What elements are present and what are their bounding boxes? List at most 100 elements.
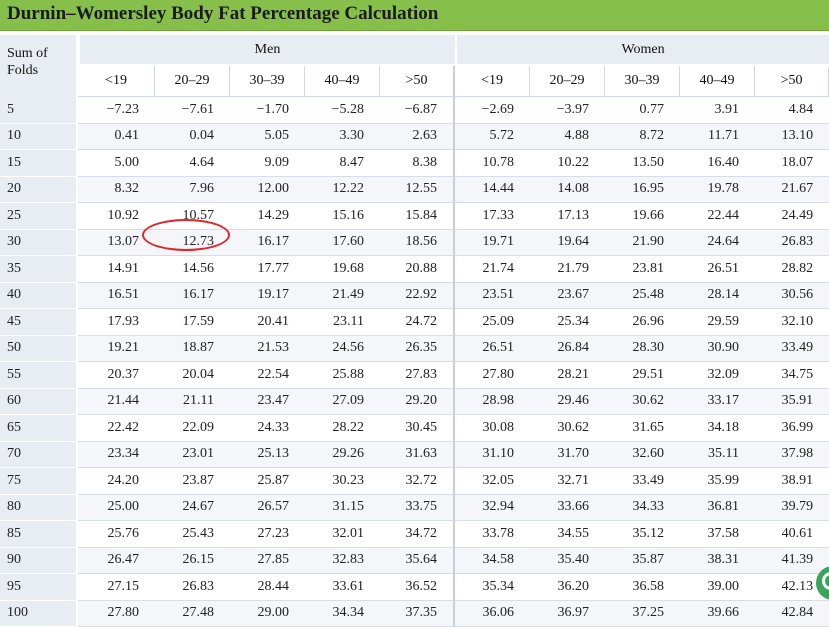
men-value-cell: 23.87 xyxy=(155,468,230,495)
men-value-cell: 27.23 xyxy=(230,521,305,548)
women-value-cell: 36.20 xyxy=(530,574,605,601)
men-value-cell: 31.15 xyxy=(305,495,380,522)
table-row: 3013.0712.7316.1717.6018.5619.7119.6421.… xyxy=(0,230,829,257)
women-value-cell: 10.78 xyxy=(455,150,530,177)
men-value-cell: 8.47 xyxy=(305,150,380,177)
women-value-cell: 26.84 xyxy=(530,336,605,363)
men-value-cell: 14.56 xyxy=(155,256,230,283)
women-value-cell: 34.75 xyxy=(755,362,829,389)
table-row: 8525.7625.4327.2332.0134.7233.7834.5535.… xyxy=(0,521,829,548)
women-value-cell: 28.98 xyxy=(455,389,530,416)
men-value-cell: 16.17 xyxy=(230,230,305,257)
women-value-cell: 28.30 xyxy=(605,336,680,363)
women-value-cell: 23.67 xyxy=(530,283,605,310)
women-value-cell: 34.18 xyxy=(680,415,755,442)
men-value-cell: 20.37 xyxy=(78,362,155,389)
table-row: 5−7.23−7.61−1.70−5.28−6.87−2.69−3.970.77… xyxy=(0,97,829,124)
women-value-cell: 30.56 xyxy=(755,283,829,310)
sum-of-folds-cell: 55 xyxy=(0,362,78,389)
sum-of-folds-line1: Sum of xyxy=(7,45,76,62)
sum-of-folds-header: Sum of Folds xyxy=(0,35,78,97)
table-row: 5520.3720.0422.5425.8827.8327.8028.2129.… xyxy=(0,362,829,389)
men-value-cell: 29.00 xyxy=(230,601,305,627)
men-value-cell: 34.72 xyxy=(380,521,455,548)
circle-badge-glyph xyxy=(822,572,829,590)
women-value-cell: 32.71 xyxy=(530,468,605,495)
women-value-cell: 3.91 xyxy=(680,97,755,124)
men-value-cell: 14.29 xyxy=(230,203,305,230)
men-value-cell: 30.23 xyxy=(305,468,380,495)
women-age-header: >50 xyxy=(755,66,829,97)
women-value-cell: 17.13 xyxy=(530,203,605,230)
women-value-cell: 36.58 xyxy=(605,574,680,601)
women-value-cell: 30.90 xyxy=(680,336,755,363)
women-value-cell: 32.94 xyxy=(455,495,530,522)
women-value-cell: 4.88 xyxy=(530,124,605,151)
table-row: 2510.9210.5714.2915.1615.8417.3317.1319.… xyxy=(0,203,829,230)
women-value-cell: 21.74 xyxy=(455,256,530,283)
sum-of-folds-cell: 80 xyxy=(0,495,78,522)
women-value-cell: 28.21 xyxy=(530,362,605,389)
table-row: 4016.5116.1719.1721.4922.9223.5123.6725.… xyxy=(0,283,829,310)
page-title: Durnin–Womersley Body Fat Percentage Cal… xyxy=(7,3,438,25)
women-value-cell: 36.06 xyxy=(455,601,530,627)
men-value-cell: 4.64 xyxy=(155,150,230,177)
men-value-cell: 17.59 xyxy=(155,309,230,336)
men-value-cell: 33.75 xyxy=(380,495,455,522)
men-value-cell: 27.09 xyxy=(305,389,380,416)
women-value-cell: 34.58 xyxy=(455,548,530,575)
sum-of-folds-cell: 40 xyxy=(0,283,78,310)
table-row: 208.327.9612.0012.2212.5514.4414.0816.95… xyxy=(0,177,829,204)
men-value-cell: 36.52 xyxy=(380,574,455,601)
men-value-cell: 23.47 xyxy=(230,389,305,416)
women-age-header: 40–49 xyxy=(680,66,755,97)
women-value-cell: 29.59 xyxy=(680,309,755,336)
men-value-cell: 17.93 xyxy=(78,309,155,336)
men-value-cell: 17.60 xyxy=(305,230,380,257)
men-value-cell: 35.64 xyxy=(380,548,455,575)
sum-of-folds-cell: 15 xyxy=(0,150,78,177)
women-value-cell: 30.62 xyxy=(605,389,680,416)
men-value-cell: 0.41 xyxy=(78,124,155,151)
women-value-cell: 17.33 xyxy=(455,203,530,230)
men-value-cell: 29.20 xyxy=(380,389,455,416)
sum-of-folds-cell: 20 xyxy=(0,177,78,204)
women-value-cell: 35.34 xyxy=(455,574,530,601)
women-value-cell: 13.10 xyxy=(755,124,829,151)
men-value-cell: 19.21 xyxy=(78,336,155,363)
women-value-cell: 11.71 xyxy=(680,124,755,151)
women-value-cell: 28.14 xyxy=(680,283,755,310)
women-value-cell: 33.17 xyxy=(680,389,755,416)
women-value-cell: 36.81 xyxy=(680,495,755,522)
men-value-cell: −7.61 xyxy=(155,97,230,124)
women-value-cell: 18.07 xyxy=(755,150,829,177)
sum-of-folds-cell: 75 xyxy=(0,468,78,495)
women-value-cell: 32.09 xyxy=(680,362,755,389)
sum-of-folds-cell: 70 xyxy=(0,442,78,469)
men-value-cell: 19.68 xyxy=(305,256,380,283)
women-value-cell: 14.44 xyxy=(455,177,530,204)
men-value-cell: 23.11 xyxy=(305,309,380,336)
table-row: 7023.3423.0125.1329.2631.6331.1031.7032.… xyxy=(0,442,829,469)
title-bar: Durnin–Womersley Body Fat Percentage Cal… xyxy=(0,0,829,31)
sum-of-folds-cell: 35 xyxy=(0,256,78,283)
men-value-cell: 37.35 xyxy=(380,601,455,627)
women-value-cell: 33.66 xyxy=(530,495,605,522)
women-value-cell: 35.99 xyxy=(680,468,755,495)
table-row: 7524.2023.8725.8730.2332.7232.0532.7133.… xyxy=(0,468,829,495)
women-value-cell: 35.91 xyxy=(755,389,829,416)
men-value-cell: 24.56 xyxy=(305,336,380,363)
men-value-cell: 22.09 xyxy=(155,415,230,442)
men-value-cell: 18.56 xyxy=(380,230,455,257)
men-value-cell: 25.87 xyxy=(230,468,305,495)
women-value-cell: 31.70 xyxy=(530,442,605,469)
sum-of-folds-cell: 90 xyxy=(0,548,78,575)
women-value-cell: 38.91 xyxy=(755,468,829,495)
men-value-cell: 21.44 xyxy=(78,389,155,416)
women-value-cell: 31.65 xyxy=(605,415,680,442)
men-value-cell: 26.35 xyxy=(380,336,455,363)
men-value-cell: 17.77 xyxy=(230,256,305,283)
women-value-cell: 26.51 xyxy=(680,256,755,283)
women-value-cell: 26.83 xyxy=(755,230,829,257)
men-value-cell: 25.88 xyxy=(305,362,380,389)
